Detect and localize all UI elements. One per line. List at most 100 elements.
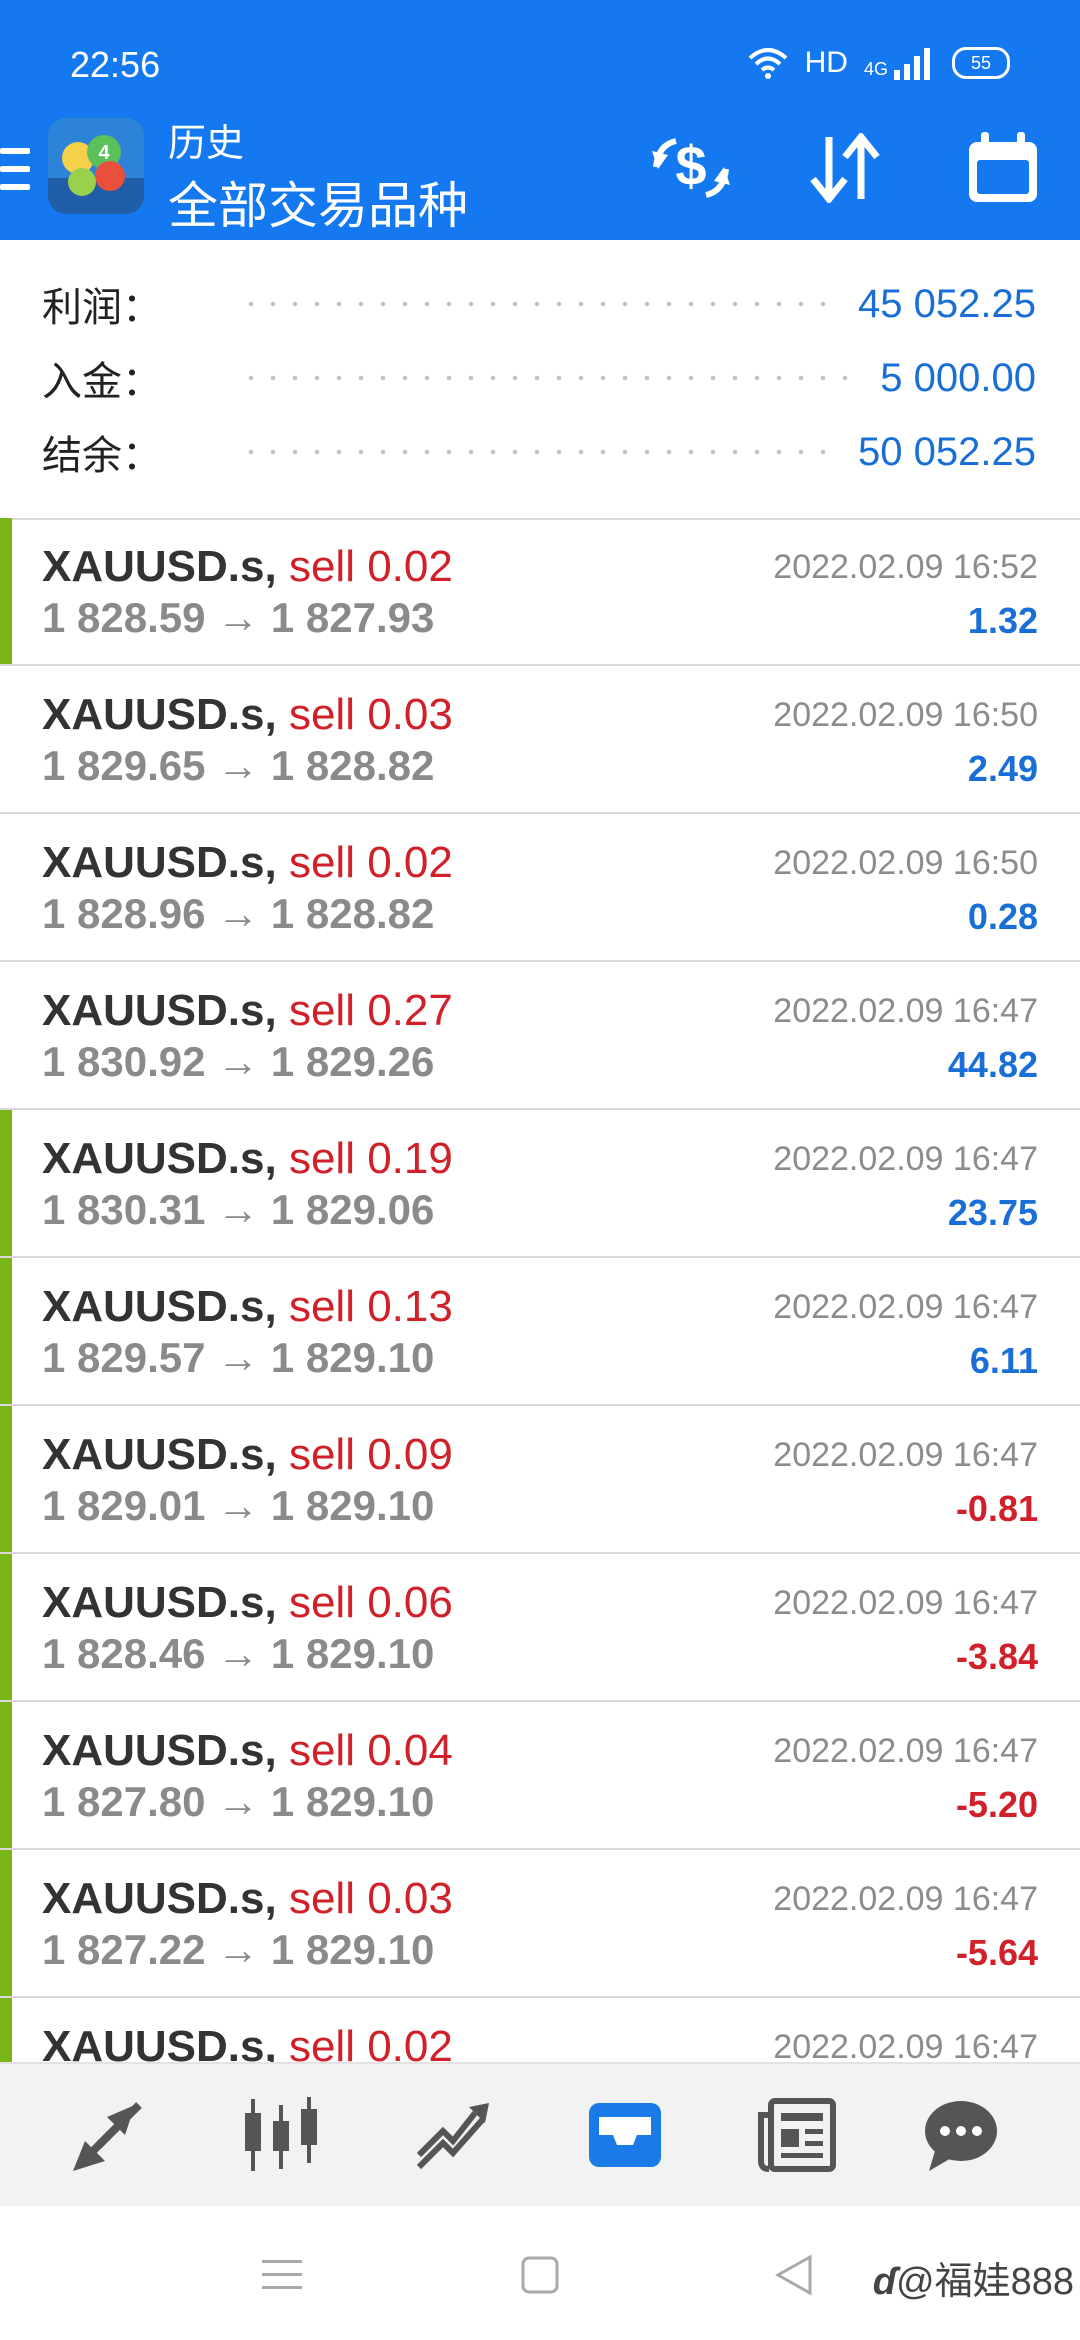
trade-row[interactable]: XAUUSD.s, sell 0.27 1 830.92 → 1 829.26 … — [0, 962, 1080, 1110]
currency-exchange-button[interactable]: $ — [646, 128, 736, 208]
trade-marker — [0, 1258, 12, 1404]
symbol-text: XAUUSD.s, — [42, 1282, 277, 1331]
app-logo: 4 — [48, 118, 144, 214]
open-price: 1 830.31 — [42, 1186, 206, 1233]
nav-news[interactable] — [752, 2090, 842, 2180]
summary-value: 50 052.25 — [858, 429, 1036, 474]
trade-row[interactable]: XAUUSD.s, sell 0.02 1 828.59 → 1 827.93 … — [0, 518, 1080, 666]
trade-row[interactable]: XAUUSD.s, sell 0.19 1 830.31 → 1 829.06 … — [0, 1110, 1080, 1258]
nav-history[interactable] — [580, 2090, 670, 2180]
open-price: 1 827.22 — [42, 1926, 206, 1973]
trade-side: sell 0.27 — [288, 986, 453, 1035]
arrow-right-icon: → — [205, 594, 271, 641]
close-price: 1 829.26 — [270, 1038, 435, 1085]
summary-row-profit: 利润： 45 052.25 — [42, 274, 1036, 334]
chart-icon — [245, 2097, 317, 2171]
symbol-text: XAUUSD.s, — [42, 838, 277, 887]
recents-button[interactable] — [252, 2250, 312, 2300]
news-icon — [758, 2098, 836, 2172]
trade-prices: 1 829.01 → 1 829.10 — [42, 1482, 434, 1530]
trade-row[interactable]: XAUUSD.s, sell 0.04 1 827.80 → 1 829.10 … — [0, 1702, 1080, 1850]
symbol-text: XAUUSD.s, — [42, 1430, 277, 1479]
signal-icon — [894, 48, 930, 80]
dollar-exchange-icon: $ — [652, 134, 730, 198]
open-price: 1 828.59 — [42, 594, 206, 641]
trade-row[interactable]: XAUUSD.s, sell 0.09 1 829.01 → 1 829.10 … — [0, 1406, 1080, 1554]
arrow-right-icon: → — [205, 1630, 271, 1677]
calendar-button[interactable] — [958, 128, 1048, 208]
hd-indicator: HD — [804, 46, 848, 79]
trade-profit: 0.28 — [967, 896, 1038, 937]
trade-time: 2022.02.09 16:47 — [773, 1436, 1038, 1474]
trade-symbol: XAUUSD.s, sell 0.27 — [42, 986, 453, 1036]
arrow-right-icon: → — [205, 1038, 271, 1085]
dot-leader — [240, 358, 863, 398]
trade-time: 2022.02.09 16:47 — [773, 1288, 1038, 1326]
open-price: 1 828.96 — [42, 890, 206, 937]
trade-symbol: XAUUSD.s, sell 0.02 — [42, 838, 453, 888]
arrow-right-icon: → — [205, 742, 271, 789]
symbol-text: XAUUSD.s, — [42, 1134, 277, 1183]
trade-row[interactable]: XAUUSD.s, sell 0.02 1 828.96 → 1 828.82 … — [0, 814, 1080, 962]
arrow-right-icon: → — [205, 1926, 271, 1973]
trade-symbol: XAUUSD.s, sell 0.02 — [42, 2022, 453, 2062]
symbol-text: XAUUSD.s, — [42, 1874, 277, 1923]
trade-prices: 1 829.57 → 1 829.10 — [42, 1334, 434, 1382]
svg-text:4: 4 — [98, 142, 110, 164]
trade-marker — [0, 1702, 12, 1848]
open-price: 1 828.46 — [42, 1630, 206, 1677]
menu-icon[interactable] — [0, 148, 30, 196]
trade-row[interactable]: XAUUSD.s, sell 0.03 1 829.65 → 1 828.82 … — [0, 666, 1080, 814]
trade-time: 2022.02.09 16:47 — [773, 1880, 1038, 1918]
dot-leader — [240, 284, 841, 324]
close-price: 1 829.10 — [270, 1778, 435, 1825]
trade-profit: -3.84 — [955, 1636, 1038, 1677]
trade-prices: 1 830.31 → 1 829.06 — [42, 1186, 434, 1234]
trade-prices: 1 828.96 → 1 828.82 — [42, 890, 434, 938]
home-button[interactable] — [510, 2250, 570, 2300]
close-price: 1 828.82 — [270, 742, 435, 789]
trade-prices: 1 827.80 → 1 829.10 — [42, 1778, 434, 1826]
trade-row[interactable]: XAUUSD.s, sell 0.03 1 827.22 → 1 829.10 … — [0, 1850, 1080, 1998]
arrow-right-icon: → — [205, 890, 271, 937]
sort-button[interactable] — [800, 128, 890, 208]
open-price: 1 829.57 — [42, 1334, 206, 1381]
nav-trade[interactable] — [408, 2090, 498, 2180]
trade-row[interactable]: XAUUSD.s, sell 0.06 1 828.46 → 1 829.10 … — [0, 1554, 1080, 1702]
trade-time: 2022.02.09 16:47 — [773, 2028, 1038, 2062]
trade-symbol: XAUUSD.s, sell 0.03 — [42, 690, 453, 740]
symbol-text: XAUUSD.s, — [42, 2022, 277, 2062]
close-price: 1 829.10 — [270, 1482, 435, 1529]
header-title[interactable]: 全部交易品种 — [168, 166, 468, 238]
network-type: 4G — [863, 59, 888, 79]
trade-row[interactable]: XAUUSD.s, sell 0.02 2022.02.09 16:47 — [0, 1998, 1080, 2062]
nav-chart[interactable] — [236, 2090, 326, 2180]
nav-chat[interactable] — [916, 2090, 1006, 2180]
trade-symbol: XAUUSD.s, sell 0.06 — [42, 1578, 453, 1628]
trade-symbol: XAUUSD.s, sell 0.09 — [42, 1430, 453, 1480]
symbol-text: XAUUSD.s, — [42, 1578, 277, 1627]
trade-time: 2022.02.09 16:50 — [773, 844, 1038, 882]
open-price: 1 827.80 — [42, 1778, 206, 1825]
summary-value: 45 052.25 — [858, 281, 1036, 326]
trade-prices: 1 829.65 → 1 828.82 — [42, 742, 434, 790]
trade-side: sell 0.09 — [288, 1430, 453, 1479]
close-price: 1 829.10 — [270, 1926, 435, 1973]
trade-prices: 1 830.92 → 1 829.26 — [42, 1038, 434, 1086]
trade-history-list[interactable]: XAUUSD.s, sell 0.02 1 828.59 → 1 827.93 … — [0, 518, 1080, 2062]
summary-value: 5 000.00 — [880, 355, 1036, 400]
open-price: 1 829.01 — [42, 1482, 206, 1529]
nav-quotes[interactable] — [64, 2090, 154, 2180]
trade-row[interactable]: XAUUSD.s, sell 0.13 1 829.57 → 1 829.10 … — [0, 1258, 1080, 1406]
square-icon — [521, 2256, 559, 2294]
trade-prices: 1 827.22 → 1 829.10 — [42, 1926, 434, 1974]
trade-symbol: XAUUSD.s, sell 0.04 — [42, 1726, 453, 1776]
arrow-right-icon: → — [205, 1186, 271, 1233]
trade-profit: -5.20 — [955, 1784, 1038, 1825]
back-button[interactable] — [764, 2250, 824, 2300]
battery-icon: 55 — [952, 47, 1010, 79]
watermark-text: @福娃888 — [896, 2261, 1074, 2303]
trade-icon — [416, 2103, 489, 2170]
summary-row-balance: 结余： 50 052.25 — [42, 422, 1036, 482]
chat-icon — [925, 2101, 997, 2171]
